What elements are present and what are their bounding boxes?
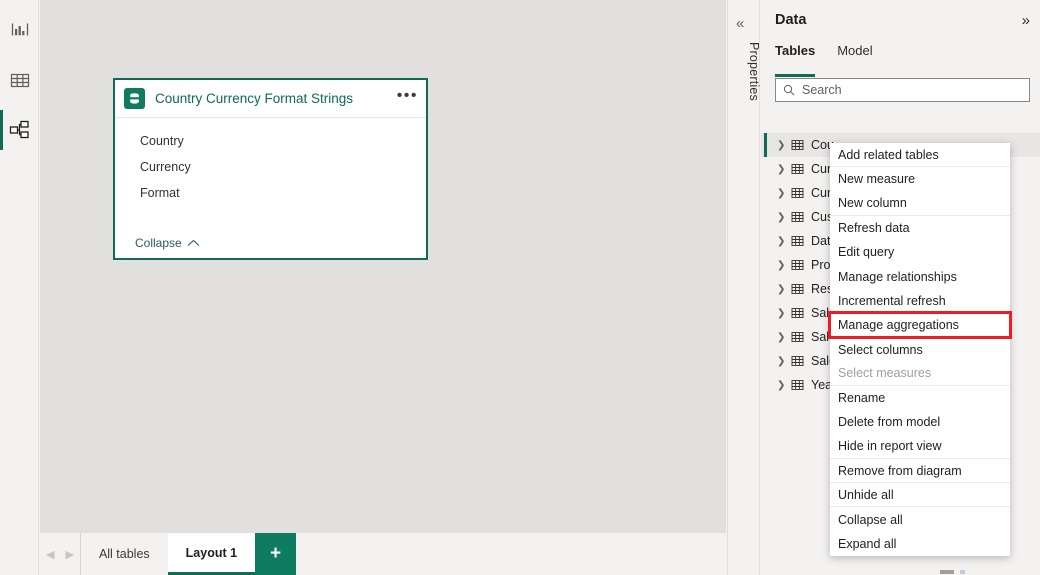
chevron-right-icon[interactable]: ❯ (777, 284, 791, 295)
add-layout-button[interactable]: + (255, 533, 297, 575)
menu-item-remove-from-diagram[interactable]: Remove from diagram (830, 459, 1010, 484)
menu-item-manage-relationships[interactable]: Manage relationships (830, 264, 1010, 288)
table-grid-icon (791, 188, 804, 198)
table-card-more-options-button[interactable]: ••• (397, 87, 418, 107)
list-item[interactable]: Format (115, 180, 426, 206)
power-bi-model-view: Country Currency Format Strings ••• Coun… (0, 0, 1040, 575)
model-diagram-icon (9, 120, 29, 139)
table-grid-icon (791, 212, 804, 222)
table-grid-icon (791, 284, 804, 294)
collapse-button[interactable]: Collapse (135, 236, 200, 250)
status-bar-segment (940, 570, 954, 574)
tab-tables[interactable]: Tables (775, 40, 816, 77)
menu-item-select-measures: Select measures (830, 362, 1010, 386)
table-card-footer: Collapse (115, 228, 426, 258)
status-bar-segment (960, 570, 965, 574)
layout-tab-strip: ◀ ▶ All tables Layout 1 + (40, 532, 726, 575)
table-grid-icon (791, 140, 804, 150)
menu-item-expand-all[interactable]: Expand all (830, 532, 1010, 556)
search-box[interactable] (775, 78, 1030, 102)
chevron-right-icon[interactable]: ❯ (777, 332, 791, 343)
tab-all-tables[interactable]: All tables (81, 533, 168, 575)
chevron-right-icon[interactable]: ❯ (777, 140, 791, 151)
table-row-label: Cur (811, 186, 832, 200)
menu-item-unhide-all[interactable]: Unhide all (830, 483, 1010, 508)
sidebar-item-data-view[interactable] (0, 60, 39, 100)
bar-chart-icon (11, 23, 28, 36)
collapse-data-pane-button[interactable]: » (1022, 12, 1030, 29)
sidebar-item-model-view[interactable] (0, 110, 39, 150)
search-input[interactable] (802, 83, 1022, 97)
table-grid-icon (791, 380, 804, 390)
menu-item-collapse-all[interactable]: Collapse all (830, 507, 1010, 531)
chevron-right-icon[interactable]: ❯ (777, 356, 791, 367)
menu-item-add-related-tables[interactable]: Add related tables (830, 143, 1010, 168)
table-card-country-currency-format-strings[interactable]: Country Currency Format Strings ••• Coun… (113, 78, 428, 260)
list-item[interactable]: Currency (115, 154, 426, 180)
chevron-right-icon[interactable]: ❯ (777, 212, 791, 223)
table-grid-icon (791, 356, 804, 366)
view-rail (0, 0, 39, 575)
menu-item-edit-query[interactable]: Edit query (830, 240, 1010, 264)
menu-item-select-columns[interactable]: Select columns (830, 337, 1010, 361)
menu-item-new-column[interactable]: New column (830, 192, 1010, 216)
next-page-button[interactable]: ▶ (65, 548, 73, 561)
data-pane-tabs: Tables Model (761, 40, 1040, 77)
chevron-right-icon[interactable]: ❯ (777, 164, 791, 175)
page-nav-controls: ◀ ▶ (40, 533, 81, 575)
table-grid-icon (791, 260, 804, 270)
table-grid-icon (791, 332, 804, 342)
chevron-right-icon[interactable]: ❯ (777, 260, 791, 271)
tab-model[interactable]: Model (837, 40, 872, 74)
expand-properties-button[interactable]: « (736, 15, 744, 32)
properties-pane-collapsed: « Properties (727, 0, 761, 575)
menu-item-hide-in-report-view[interactable]: Hide in report view (830, 435, 1010, 459)
table-card-header[interactable]: Country Currency Format Strings ••• (115, 80, 426, 118)
model-canvas[interactable]: Country Currency Format Strings ••• Coun… (40, 0, 726, 532)
table-grid-icon (10, 73, 29, 88)
table-card-field-list: Country Currency Format (115, 118, 426, 228)
chevron-right-icon[interactable]: ❯ (777, 308, 791, 319)
status-bar-fragment (940, 570, 974, 574)
prev-page-button[interactable]: ◀ (46, 548, 54, 561)
chevron-right-icon[interactable]: ❯ (777, 188, 791, 199)
table-row-label: Pro (811, 258, 831, 272)
chevron-right-icon[interactable]: ❯ (777, 236, 791, 247)
chevron-right-icon[interactable]: ❯ (777, 380, 791, 391)
menu-item-rename[interactable]: Rename (830, 386, 1010, 410)
table-context-menu: Add related tables New measure New colum… (828, 143, 1012, 557)
menu-item-refresh-data[interactable]: Refresh data (830, 216, 1010, 240)
table-database-icon (124, 88, 145, 109)
menu-item-delete-from-model[interactable]: Delete from model (830, 410, 1010, 434)
table-row-label: Cur (811, 162, 832, 176)
chevron-up-icon (187, 239, 200, 246)
menu-item-manage-aggregations[interactable]: Manage aggregations (828, 311, 1012, 340)
tab-layout-1[interactable]: Layout 1 (167, 533, 256, 575)
menu-item-incremental-refresh[interactable]: Incremental refresh (830, 289, 1010, 313)
collapse-label: Collapse (135, 236, 182, 250)
table-grid-icon (791, 164, 804, 174)
sidebar-item-report-view[interactable] (0, 10, 39, 50)
table-card-title: Country Currency Format Strings (155, 91, 354, 106)
list-item[interactable]: Country (115, 128, 426, 154)
table-grid-icon (791, 236, 804, 246)
data-pane-header: Data » (761, 0, 1040, 40)
menu-item-new-measure[interactable]: New measure (830, 167, 1010, 191)
page-title: Data (775, 12, 807, 28)
properties-pane-label: Properties (747, 42, 761, 101)
search-icon (783, 84, 795, 96)
table-grid-icon (791, 308, 804, 318)
